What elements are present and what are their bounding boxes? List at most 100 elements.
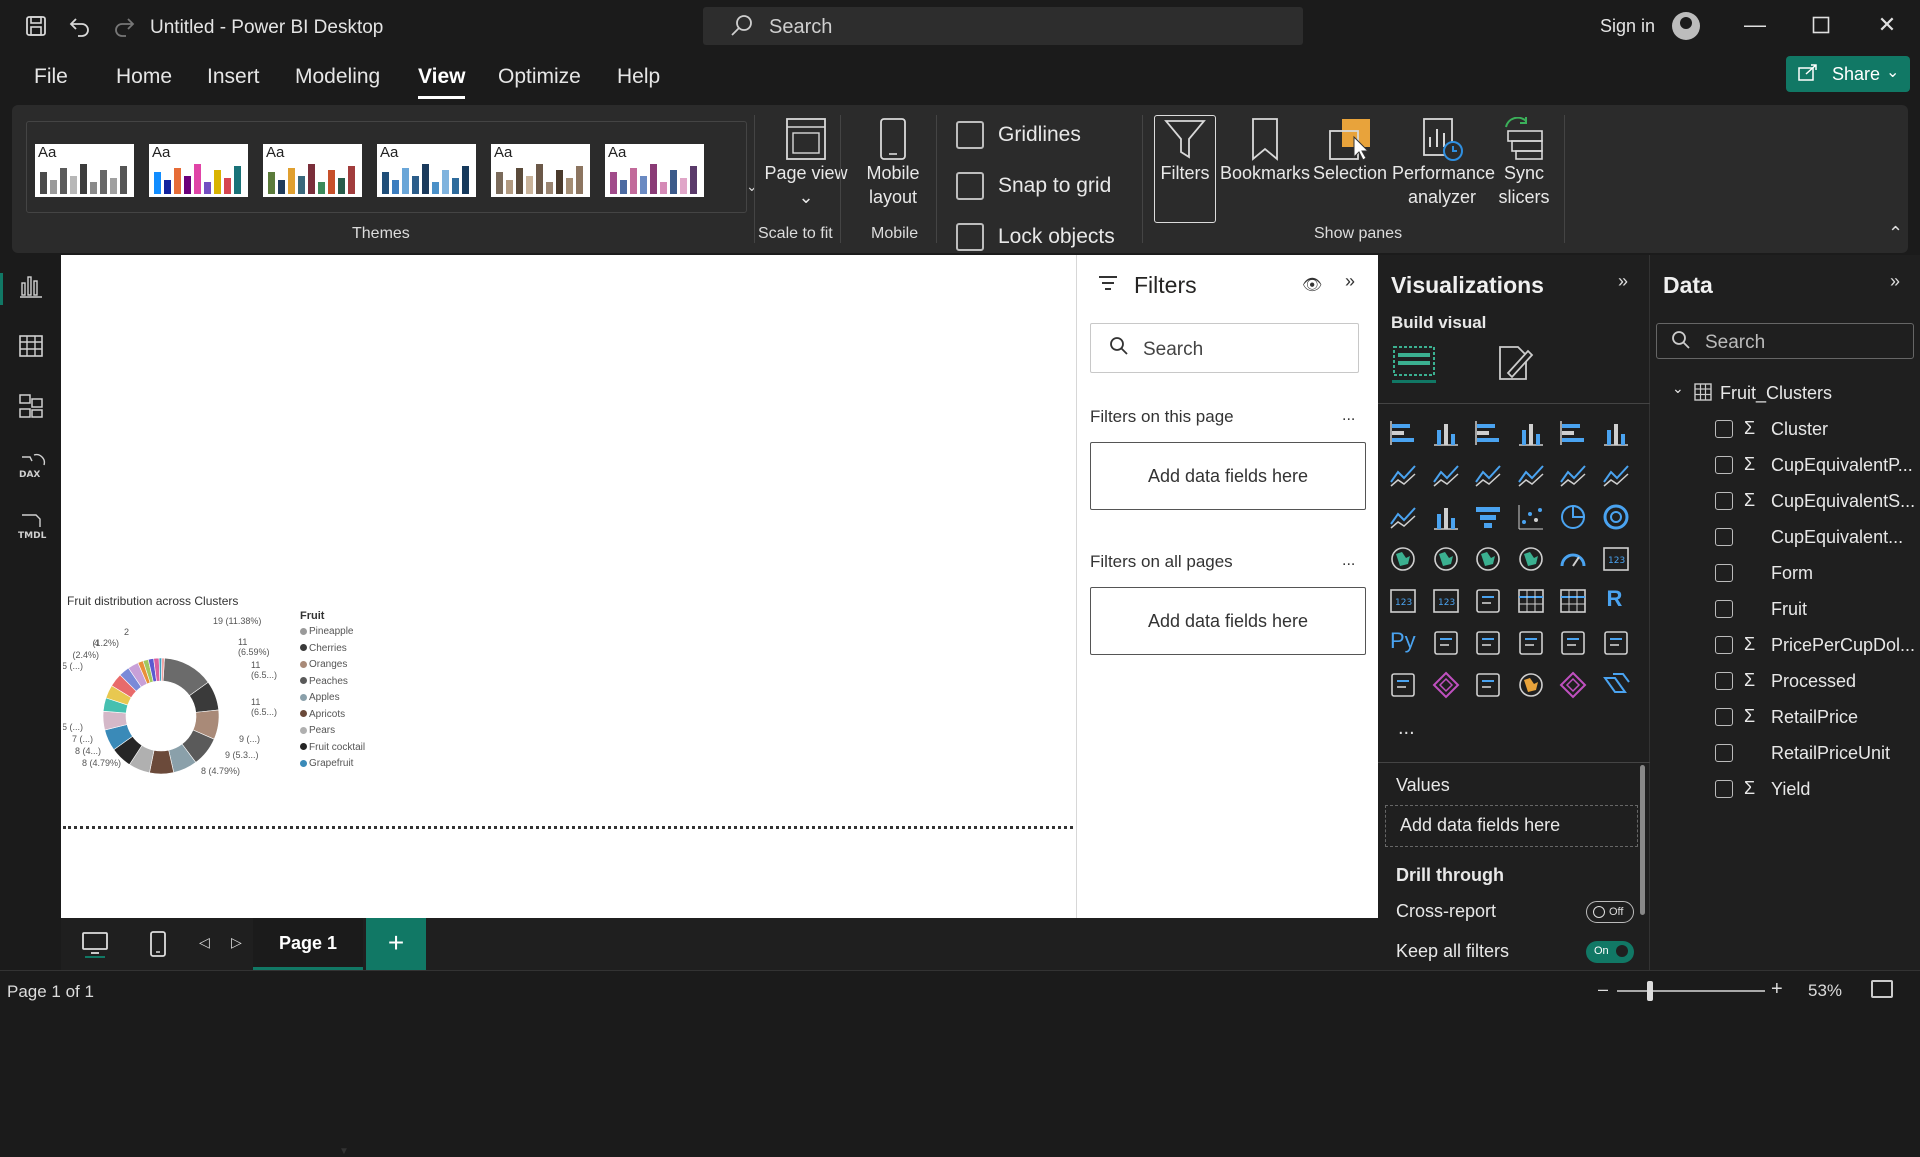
field-checkbox[interactable]	[1715, 780, 1733, 798]
keep-all-filters-toggle[interactable]: On	[1586, 941, 1634, 963]
performance-analyzer-button[interactable]: Performance analyzer	[1392, 117, 1495, 209]
menu-insert[interactable]: Insert	[207, 65, 260, 89]
filled-map-icon[interactable]	[1473, 544, 1503, 574]
key-influencers-icon[interactable]	[1431, 628, 1461, 658]
field-item[interactable]: Σ Cluster	[1650, 415, 1920, 445]
scrollbar[interactable]	[1640, 765, 1645, 915]
field-checkbox[interactable]	[1715, 564, 1733, 582]
page-view-button[interactable]: Page view ⌄	[764, 117, 848, 209]
mobile-layout-button[interactable]: Mobile layout	[848, 117, 938, 209]
menu-view[interactable]: View	[418, 65, 466, 99]
line-clustered-column-chart-icon[interactable]	[1601, 460, 1631, 490]
python-visual-icon[interactable]: Py	[1388, 628, 1418, 658]
all-pages-filters-drop-zone[interactable]: Add data fields here	[1090, 587, 1366, 655]
r-visual-icon[interactable]: R	[1601, 586, 1631, 616]
theme-tile-3[interactable]: Aa	[263, 144, 362, 197]
share-button[interactable]: Share ⌄	[1786, 56, 1910, 92]
more-visuals-icon[interactable]: ...	[1398, 717, 1415, 740]
100-stacked-bar-chart-icon[interactable]	[1558, 418, 1588, 448]
ribbon-chart-icon[interactable]	[1388, 502, 1418, 532]
desktop-layout-icon[interactable]	[81, 930, 109, 963]
redo-icon[interactable]	[111, 14, 137, 40]
donut-chart[interactable]: 19 (11.38%)11(6.59%)11(6.5...)11(6.5...)…	[63, 612, 298, 822]
power-apps-icon[interactable]	[1431, 670, 1461, 700]
gridlines-checkbox-box[interactable]	[956, 121, 984, 149]
field-item[interactable]: Σ RetailPrice	[1650, 703, 1920, 733]
legend-scroll-down-icon[interactable]: ▼	[339, 1146, 349, 1157]
data-search-input[interactable]: Search	[1656, 323, 1914, 359]
page-filters-drop-zone[interactable]: Add data fields here	[1090, 442, 1366, 510]
legend-item[interactable]: Apples	[300, 692, 340, 703]
mobile-layout-icon[interactable]	[149, 930, 167, 963]
field-checkbox[interactable]	[1715, 528, 1733, 546]
menu-modeling[interactable]: Modeling	[295, 65, 380, 89]
legend-item[interactable]: Pears	[300, 725, 335, 736]
smart-narrative-icon[interactable]	[1558, 628, 1588, 658]
fit-to-page-icon[interactable]	[1871, 980, 1893, 998]
save-icon[interactable]	[23, 14, 49, 40]
lock-objects-checkbox-box[interactable]	[956, 223, 984, 251]
100-stacked-column-chart-icon[interactable]	[1601, 418, 1631, 448]
sign-in-link[interactable]: Sign in	[1600, 16, 1655, 37]
field-item[interactable]: Σ Processed	[1650, 667, 1920, 697]
field-checkbox[interactable]	[1715, 600, 1733, 618]
field-checkbox[interactable]	[1715, 744, 1733, 762]
menu-file[interactable]: File	[34, 65, 68, 89]
table-icon[interactable]	[1516, 586, 1546, 616]
legend-item[interactable]: Oranges	[300, 659, 347, 670]
treemap-icon[interactable]	[1388, 544, 1418, 574]
table-view-icon[interactable]	[18, 333, 44, 359]
zoom-slider-thumb[interactable]	[1647, 981, 1653, 1001]
gauge-icon[interactable]	[1558, 544, 1588, 574]
themes-expand-chevron-icon[interactable]: ⌄	[746, 178, 758, 195]
field-item[interactable]: Σ CupEquivalentS...	[1650, 487, 1920, 517]
map-icon[interactable]	[1431, 544, 1461, 574]
metrics-icon[interactable]	[1601, 628, 1631, 658]
more-options-icon[interactable]: ...	[1342, 552, 1355, 570]
theme-tile-5[interactable]: Aa	[491, 144, 590, 197]
theme-tile-1[interactable]: Aa	[35, 144, 134, 197]
avatar-icon[interactable]	[1672, 12, 1700, 40]
collapse-pane-icon[interactable]: »	[1890, 271, 1900, 292]
menu-help[interactable]: Help	[617, 65, 660, 89]
pie-chart-icon[interactable]	[1558, 502, 1588, 532]
donut-chart-visual[interactable]: Fruit distribution across Clusters 19 (1…	[63, 592, 393, 1157]
collapse-pane-icon[interactable]: »	[1618, 271, 1628, 292]
field-checkbox[interactable]	[1715, 708, 1733, 726]
qna-icon[interactable]	[1516, 628, 1546, 658]
100-stacked-area-chart-icon[interactable]	[1516, 460, 1546, 490]
close-icon[interactable]: ✕	[1872, 12, 1902, 38]
field-item[interactable]: RetailPriceUnit	[1650, 739, 1920, 769]
field-checkbox[interactable]	[1715, 420, 1733, 438]
stacked-bar-chart-icon[interactable]	[1388, 418, 1418, 448]
collapse-pane-icon[interactable]: »	[1345, 271, 1355, 292]
field-checkbox[interactable]	[1715, 636, 1733, 654]
card-icon[interactable]: 123	[1601, 544, 1631, 574]
zoom-slider-track[interactable]	[1617, 990, 1765, 992]
legend-item[interactable]: Pineapple	[300, 626, 353, 637]
menu-optimize[interactable]: Optimize	[498, 65, 581, 89]
field-item[interactable]: Σ Yield	[1650, 775, 1920, 805]
minimize-icon[interactable]: —	[1740, 12, 1770, 38]
waterfall-chart-icon[interactable]	[1431, 502, 1461, 532]
maximize-icon[interactable]	[1806, 14, 1836, 40]
format-visual-tab-icon[interactable]	[1494, 343, 1534, 383]
multi-row-card-icon[interactable]: 123	[1388, 586, 1418, 616]
page-tab-1[interactable]: Page 1	[253, 918, 363, 970]
field-item[interactable]: Form	[1650, 559, 1920, 589]
legend-item[interactable]: Apricots	[300, 709, 345, 720]
donut-chart-icon[interactable]	[1601, 502, 1631, 532]
previous-page-icon[interactable]: ◁	[199, 934, 210, 951]
selection-pane-button[interactable]: Selection	[1308, 117, 1392, 185]
line-chart-icon[interactable]	[1388, 460, 1418, 490]
field-checkbox[interactable]	[1715, 672, 1733, 690]
snap-to-grid-checkbox-box[interactable]	[956, 172, 984, 200]
power-automate-icon[interactable]	[1473, 670, 1503, 700]
stacked-column-chart-icon[interactable]	[1431, 418, 1461, 448]
menu-home[interactable]: Home	[116, 65, 172, 89]
theme-tile-2[interactable]: Aa	[149, 144, 248, 197]
line-stacked-column-chart-icon[interactable]	[1558, 460, 1588, 490]
cross-report-toggle[interactable]: Off	[1586, 901, 1634, 923]
next-page-icon[interactable]: ▷	[231, 934, 242, 951]
clustered-bar-chart-icon[interactable]	[1473, 418, 1503, 448]
